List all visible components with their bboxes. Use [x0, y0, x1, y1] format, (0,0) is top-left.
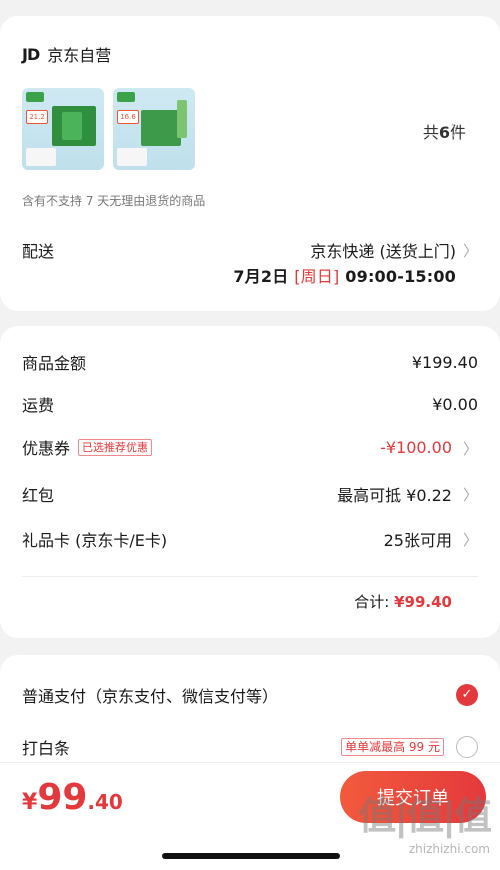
watermark-url: zhizhizhi.com	[408, 842, 490, 856]
delivery-day: [周日]	[294, 267, 340, 286]
delivery-method[interactable]: 京东快递 (送货上门)	[310, 238, 456, 262]
radio-button[interactable]	[456, 736, 478, 758]
checkout-bar: ¥ 99 .40 提交订单 值|值|值 zhizhizhi.com	[0, 762, 500, 870]
goods-amount-value: ¥199.40	[411, 352, 478, 372]
subtotal-value: ¥99.40	[394, 593, 452, 611]
subtotal: 合计: ¥99.40	[354, 591, 452, 612]
home-indicator[interactable]	[162, 853, 340, 859]
delivery-time[interactable]: 7月2日 [周日] 09:00-15:00	[233, 263, 456, 287]
chevron-right-icon[interactable]: 〉	[463, 240, 478, 261]
coupon-value: -¥100.00	[380, 437, 452, 457]
payable-amount: ¥ 99 .40	[22, 777, 123, 818]
product-box-image	[177, 100, 187, 138]
store-name: 京东自营	[47, 46, 112, 65]
delivery-time-window: 09:00-15:00	[345, 267, 456, 286]
subtotal-label: 合计:	[354, 593, 390, 611]
amount-integer: 99	[37, 777, 88, 818]
order-items-card: JD 京东自营 21.2 16.6 共6件 〉 含有不支持 7 天无理由退货的商…	[0, 16, 500, 311]
product-thumbnail[interactable]: 16.6	[113, 88, 195, 170]
goods-amount-row: 商品金额 ¥199.40	[22, 350, 478, 374]
freight-value: ¥0.00	[432, 394, 478, 414]
checkmark-icon[interactable]: ✓	[456, 684, 478, 706]
watermark-logo: 值|值|值	[358, 794, 492, 838]
amount-decimal: .40	[87, 790, 123, 814]
giftcard-label: 礼品卡 (京东卡/E卡)	[22, 531, 168, 550]
payment-option-normal[interactable]: 普通支付（京东支付、微信支付等） ✓	[22, 683, 478, 707]
jd-logo: JD	[22, 44, 40, 64]
payment-baitiao-label: 打白条	[22, 739, 71, 758]
product-box-image	[141, 110, 181, 146]
coupon-tag: 已选推荐优惠	[78, 438, 153, 456]
freight-label: 运费	[22, 396, 55, 415]
redpacket-row[interactable]: 红包 最高可抵 ¥0.22	[22, 482, 452, 506]
item-count-number: 6	[438, 123, 450, 142]
chevron-right-icon[interactable]: 〉	[463, 529, 478, 550]
brand-logo	[117, 92, 135, 102]
product-image-footer	[117, 148, 147, 166]
price-tag: 16.6	[117, 110, 139, 124]
product-image-footer	[26, 148, 56, 166]
payment-option-baitiao[interactable]: 打白条 单单减最高 99 元	[22, 735, 478, 759]
baitiao-promo-badge: 单单减最高 99 元	[341, 738, 444, 756]
giftcard-row[interactable]: 礼品卡 (京东卡/E卡) 25张可用	[22, 527, 452, 551]
currency-symbol: ¥	[22, 790, 38, 815]
delivery-date: 7月2日	[233, 267, 289, 286]
redpacket-value: 最高可抵 ¥0.22	[337, 486, 452, 505]
product-thumbnail[interactable]: 21.2	[22, 88, 104, 170]
delivery-label: 配送	[22, 242, 55, 261]
chevron-right-icon[interactable]: 〉	[463, 484, 478, 505]
giftcard-value: 25张可用	[383, 531, 452, 550]
chevron-right-icon[interactable]: 〉	[463, 438, 478, 459]
freight-row: 运费 ¥0.00	[22, 392, 478, 416]
price-tag: 21.2	[26, 110, 48, 124]
fees-card: 商品金额 ¥199.40 运费 ¥0.00 优惠券 已选推荐优惠 -¥100.0…	[0, 326, 500, 638]
brand-logo	[26, 92, 44, 102]
return-policy-note: 含有不支持 7 天无理由退货的商品	[22, 194, 206, 208]
payment-normal-label: 普通支付（京东支付、微信支付等）	[22, 687, 279, 706]
store-header: JD 京东自营	[22, 42, 111, 66]
item-count-prefix: 共	[422, 123, 439, 142]
divider	[22, 576, 478, 577]
coupon-row[interactable]: 优惠券 已选推荐优惠 -¥100.00	[22, 435, 452, 459]
redpacket-label: 红包	[22, 486, 55, 505]
product-box-image	[62, 112, 82, 140]
coupon-label: 优惠券	[22, 439, 71, 458]
goods-amount-label: 商品金额	[22, 354, 87, 373]
chevron-right-icon[interactable]: 〉	[451, 120, 466, 141]
